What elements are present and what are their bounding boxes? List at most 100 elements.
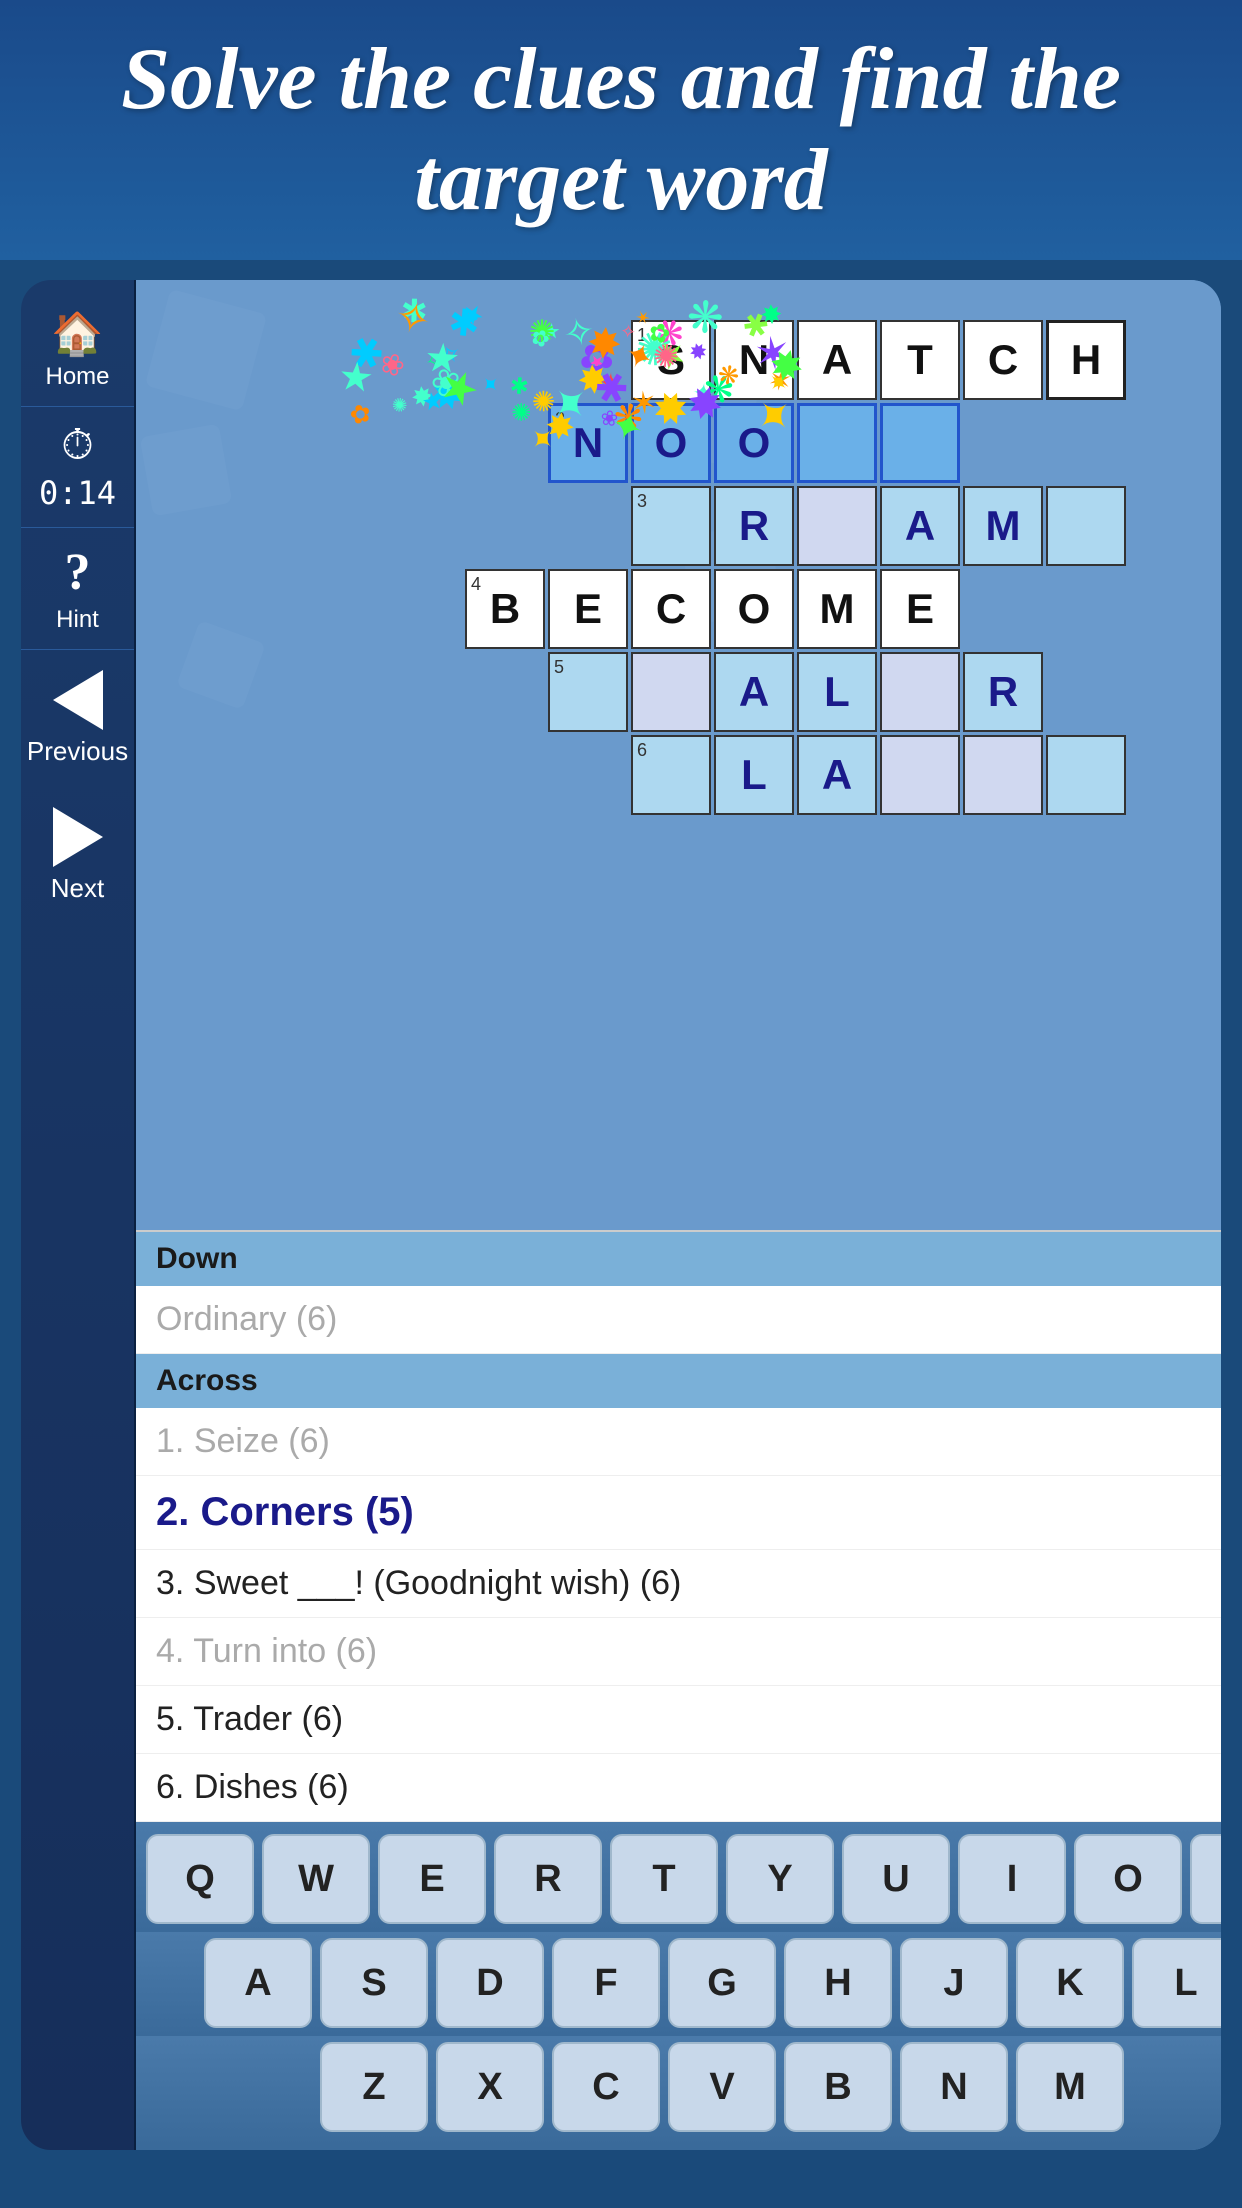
key-D[interactable]: D: [436, 1938, 544, 2028]
key-W[interactable]: W: [262, 1834, 370, 1924]
key-O[interactable]: O: [1074, 1834, 1182, 1924]
cell-r1-c3[interactable]: 2N: [548, 403, 628, 483]
keyboard-row-1: QWERTYUIOP: [136, 1822, 1221, 1932]
keyboard: QWERTYUIOP ASDFGHJKL ZXCVBNM: [136, 1822, 1221, 2150]
key-A[interactable]: A: [204, 1938, 312, 2028]
key-Q[interactable]: Q: [146, 1834, 254, 1924]
clue-across-4-text: Turn into (6): [193, 1632, 377, 1670]
key-S[interactable]: S: [320, 1938, 428, 2028]
header-title: Solve the clues and find the target word: [40, 29, 1202, 231]
cell-r5-c7[interactable]: [880, 735, 960, 815]
key-U[interactable]: U: [842, 1834, 950, 1924]
cell-r5-c5[interactable]: L: [714, 735, 794, 815]
next-button[interactable]: Next: [21, 787, 134, 924]
header: Solve the clues and find the target word: [0, 0, 1242, 260]
cell-r3-c7[interactable]: E: [880, 569, 960, 649]
game-container: 🏠 Home ⏱ 0:14 ? Hint Previous Next: [21, 280, 1221, 2150]
cell-r4-c7[interactable]: [880, 652, 960, 732]
clue-across-6-num: 6.: [156, 1768, 184, 1806]
key-Y[interactable]: Y: [726, 1834, 834, 1924]
clue-across-4[interactable]: 4. Turn into (6): [136, 1618, 1221, 1686]
content-area: ✧✧❀✶❋❋★❋★✱✶✸✺✺✧★✦✿✦✱✸✿✦✦✺✦✦✦✶✱✸❋✺✧✸✺✺✧✸✱…: [136, 280, 1221, 2150]
key-T[interactable]: T: [610, 1834, 718, 1924]
cell-r5-c6[interactable]: A: [797, 735, 877, 815]
key-H[interactable]: H: [784, 1938, 892, 2028]
key-G[interactable]: G: [668, 1938, 776, 2028]
cell-r0-c8[interactable]: C: [963, 320, 1043, 400]
cell-r3-c5[interactable]: O: [714, 569, 794, 649]
cell-r0-c9[interactable]: H: [1046, 320, 1126, 400]
cell-r5-c8[interactable]: [963, 735, 1043, 815]
clue-across-1-text: Seize (6): [194, 1422, 330, 1460]
cell-r2-c5[interactable]: R: [714, 486, 794, 566]
key-I[interactable]: I: [958, 1834, 1066, 1924]
cell-r3-c4[interactable]: C: [631, 569, 711, 649]
home-icon: 🏠: [51, 310, 103, 359]
key-B[interactable]: B: [784, 2042, 892, 2132]
cell-r4-c5[interactable]: A: [714, 652, 794, 732]
clue-across-2[interactable]: 2. Corners (5): [136, 1476, 1221, 1550]
clue-across-2-text: Corners (5): [200, 1490, 413, 1534]
clue-across-6-text: Dishes (6): [194, 1768, 349, 1806]
next-label: Next: [51, 873, 104, 904]
cell-r4-c8[interactable]: R: [963, 652, 1043, 732]
timer-display: ⏱ 0:14: [21, 407, 134, 528]
cell-r5-c4[interactable]: 6: [631, 735, 711, 815]
next-icon: [53, 807, 103, 867]
key-X[interactable]: X: [436, 2042, 544, 2132]
key-K[interactable]: K: [1016, 1938, 1124, 2028]
key-Z[interactable]: Z: [320, 2042, 428, 2132]
cell-r4-c3[interactable]: 5: [548, 652, 628, 732]
key-V[interactable]: V: [668, 2042, 776, 2132]
previous-button[interactable]: Previous: [21, 650, 134, 787]
cell-r1-c6[interactable]: [797, 403, 877, 483]
key-M[interactable]: M: [1016, 2042, 1124, 2132]
key-L[interactable]: L: [1132, 1938, 1221, 2028]
cell-r4-c6[interactable]: L: [797, 652, 877, 732]
clue-across-1[interactable]: 1. Seize (6): [136, 1408, 1221, 1476]
cell-r2-c8[interactable]: M: [963, 486, 1043, 566]
clues-area: Down Ordinary (6) Across 1. Seize (6) 2.…: [136, 1230, 1221, 1822]
clue-across-5-text: Trader (6): [193, 1700, 343, 1738]
cell-r0-c6[interactable]: A: [797, 320, 877, 400]
clue-across-3-text: Sweet ___! (Goodnight wish) (6): [194, 1564, 682, 1602]
clue-across-5-num: 5.: [156, 1700, 184, 1738]
crossword-grid[interactable]: 1S N A T C H 2N O O 3 R: [382, 320, 1062, 840]
key-P[interactable]: P: [1190, 1834, 1221, 1924]
clue-across-3[interactable]: 3. Sweet ___! (Goodnight wish) (6): [136, 1550, 1221, 1618]
clue-across-1-num: 1.: [156, 1422, 184, 1460]
cell-r3-c6[interactable]: M: [797, 569, 877, 649]
cell-r1-c5[interactable]: O: [714, 403, 794, 483]
cell-r0-c7[interactable]: T: [880, 320, 960, 400]
clue-down-1[interactable]: Ordinary (6): [136, 1286, 1221, 1354]
cell-r1-c7[interactable]: [880, 403, 960, 483]
cell-r5-c9[interactable]: [1046, 735, 1126, 815]
cell-r2-c9[interactable]: [1046, 486, 1126, 566]
hint-label: Hint: [56, 606, 99, 634]
key-E[interactable]: E: [378, 1834, 486, 1924]
clue-across-6[interactable]: 6. Dishes (6): [136, 1754, 1221, 1822]
key-J[interactable]: J: [900, 1938, 1008, 2028]
cell-r4-c4[interactable]: [631, 652, 711, 732]
key-F[interactable]: F: [552, 1938, 660, 2028]
across-header: Across: [136, 1354, 1221, 1408]
home-button[interactable]: 🏠 Home: [21, 295, 134, 407]
cell-r3-c2[interactable]: 4B: [465, 569, 545, 649]
cell-r0-c5[interactable]: N: [714, 320, 794, 400]
previous-icon: [53, 670, 103, 730]
cell-r2-c6[interactable]: [797, 486, 877, 566]
timer-value: 0:14: [39, 474, 116, 512]
cell-r3-c3[interactable]: E: [548, 569, 628, 649]
key-R[interactable]: R: [494, 1834, 602, 1924]
cell-r0-c4[interactable]: 1S: [631, 320, 711, 400]
cell-r1-c4[interactable]: O: [631, 403, 711, 483]
key-C[interactable]: C: [552, 2042, 660, 2132]
crossword-area: ✧✧❀✶❋❋★❋★✱✶✸✺✺✧★✦✿✦✱✸✿✦✦✺✦✦✦✶✱✸❋✺✧✸✺✺✧✸✱…: [136, 280, 1221, 1230]
key-N[interactable]: N: [900, 2042, 1008, 2132]
clue-across-3-num: 3.: [156, 1564, 184, 1602]
clue-across-4-num: 4.: [156, 1632, 184, 1670]
clue-across-5[interactable]: 5. Trader (6): [136, 1686, 1221, 1754]
cell-r2-c4[interactable]: 3: [631, 486, 711, 566]
cell-r2-c7[interactable]: A: [880, 486, 960, 566]
hint-button[interactable]: ? Hint: [21, 528, 134, 650]
